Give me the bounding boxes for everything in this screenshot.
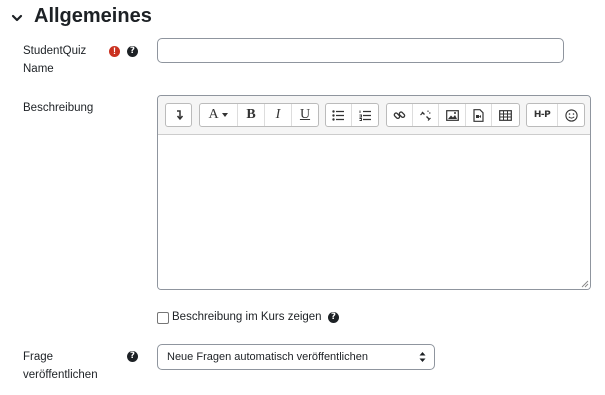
link-icon[interactable] (387, 104, 413, 126)
collapse-icon[interactable] (166, 104, 191, 126)
name-label-line1: StudentQuiz (23, 45, 87, 57)
publish-label-line1: Frage (23, 351, 54, 363)
name-label-line2: Name (23, 63, 54, 75)
publish-select[interactable]: Neue Fragen automatisch veröffentlichen (157, 344, 435, 370)
font-glyph: A (208, 107, 219, 122)
toolbar-group-lists (325, 103, 379, 127)
toolbar-group-collapse (165, 103, 192, 127)
table-icon[interactable] (492, 104, 519, 126)
unlink-icon[interactable] (413, 104, 440, 126)
help-icon[interactable]: ? (328, 312, 339, 323)
font-style-icon[interactable]: A (200, 104, 238, 126)
underline-icon[interactable]: U (292, 104, 318, 126)
select-arrows-icon (419, 352, 426, 362)
publish-select-value: Neue Fragen automatisch veröffentlichen (167, 351, 368, 363)
editor-content-area[interactable] (158, 134, 590, 289)
emoji-icon[interactable] (558, 104, 584, 126)
required-icon: ! (109, 46, 120, 57)
italic-icon[interactable]: I (265, 104, 292, 126)
publish-label: Frage veröffentlichen (23, 348, 98, 384)
toolbar-group-extras: H-P (526, 103, 585, 127)
help-icon[interactable]: ? (127, 351, 138, 362)
toolbar-group-insert (386, 103, 520, 127)
help-icon[interactable]: ? (127, 46, 138, 57)
media-icon[interactable] (466, 104, 493, 126)
h5p-icon[interactable]: H-P (527, 104, 558, 126)
toolbar-group-style: A B I U (199, 103, 319, 127)
bold-icon[interactable]: B (238, 104, 265, 126)
ordered-list-icon[interactable] (352, 104, 378, 126)
unordered-list-icon[interactable] (326, 104, 352, 126)
show-description-checkbox[interactable] (157, 312, 169, 324)
name-label: StudentQuiz Name (23, 42, 86, 78)
publish-label-line2: veröffentlichen (23, 369, 98, 381)
description-label: Beschreibung (23, 102, 94, 114)
image-icon[interactable] (439, 104, 466, 126)
show-description-label[interactable]: Beschreibung im Kurs zeigen (172, 309, 322, 325)
editor-toolbar: A B I U H-P (158, 96, 590, 134)
section-title[interactable]: Allgemeines (34, 5, 152, 28)
name-input[interactable] (157, 38, 564, 63)
description-editor: A B I U H-P (157, 95, 591, 290)
resize-handle-icon[interactable] (581, 280, 589, 288)
chevron-down-icon[interactable] (10, 11, 24, 25)
